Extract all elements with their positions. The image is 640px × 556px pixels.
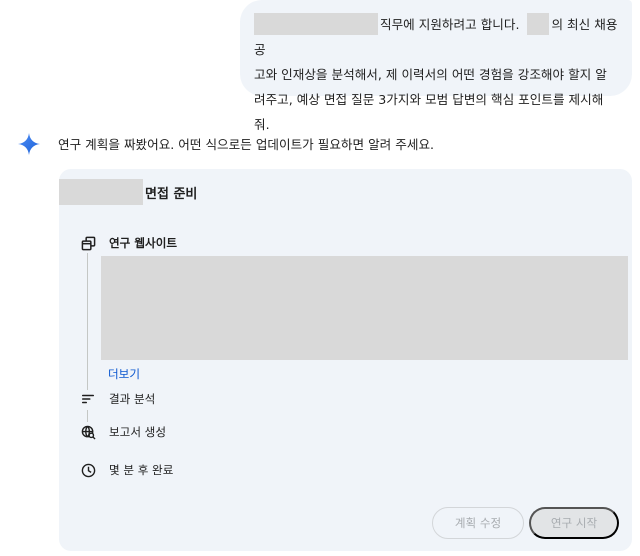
sort-lines-icon (80, 391, 96, 407)
analyze-connector-line (87, 410, 88, 422)
clock-icon (80, 462, 96, 478)
show-more-link[interactable]: 더보기 (108, 366, 140, 382)
user-message-line3: 려주고, 예상 면접 질문 3가지와 모범 답변의 핵심 포인트를 제시해줘. (254, 92, 604, 132)
user-message-line1-text: 직무에 지원하려고 합니다. (380, 17, 524, 32)
step-report: 보고서 생성 (80, 424, 166, 440)
step-report-label: 보고서 생성 (109, 425, 167, 439)
redacted-research-sites (101, 256, 628, 360)
edit-plan-button[interactable]: 계획 수정 (432, 507, 524, 539)
sparkle-icon (18, 133, 40, 155)
redacted-company-name (254, 13, 378, 35)
redacted-company-short (527, 13, 550, 35)
user-message-line1: 직무에 지원하려고 합니다. 의 최신 채용 공 (254, 12, 618, 62)
browser-windows-icon (80, 235, 96, 251)
research-connector-line (87, 253, 88, 390)
research-plan-card: 면접 준비 연구 웹사이트 더보기 결과 분석 보고서 생성 몇 분 후 완료 … (59, 169, 632, 551)
plan-title-text: 면접 준비 (145, 186, 198, 202)
step-eta-label: 몇 분 후 완료 (109, 463, 174, 477)
assistant-reply-text: 연구 계획을 짜봤어요. 어떤 식으로든 업데이트가 필요하면 알려 주세요. (58, 137, 435, 152)
plan-title: 면접 준비 (59, 179, 197, 205)
user-message-bubble: 직무에 지원하려고 합니다. 의 최신 채용 공 고와 인재상을 분석해서, 제… (240, 0, 632, 132)
redacted-plan-title (59, 179, 143, 205)
start-research-button[interactable]: 연구 시작 (529, 507, 619, 539)
step-analyze-label: 결과 분석 (109, 392, 156, 406)
globe-search-icon (80, 424, 96, 440)
step-eta: 몇 분 후 완료 (80, 462, 173, 478)
step-research-label: 연구 웹사이트 (109, 236, 178, 250)
step-analyze: 결과 분석 (80, 391, 155, 407)
user-message-line2: 고와 인재상을 분석해서, 제 이력서의 어떤 경험을 강조해야 할지 알 (254, 67, 607, 82)
step-research: 연구 웹사이트 (80, 235, 177, 251)
